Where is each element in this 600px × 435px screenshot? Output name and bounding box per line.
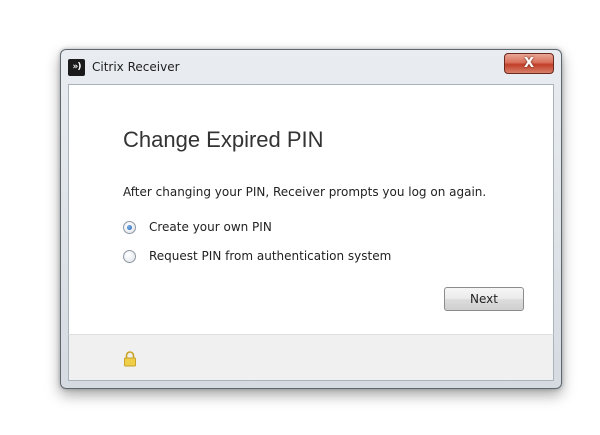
option-create-own-pin[interactable]: Create your own PIN [123,219,272,235]
close-icon: X [523,56,535,71]
screen: ») Citrix Receiver X Change Expired PIN … [0,0,600,435]
close-button[interactable]: X [504,53,554,74]
page-title: Change Expired PIN [123,127,324,152]
option-label[interactable]: Create your own PIN [149,220,272,234]
next-button[interactable]: Next [444,287,524,311]
citrix-receiver-window: ») Citrix Receiver X Change Expired PIN … [60,49,562,389]
lock-icon [124,351,136,367]
radio-request-pin[interactable] [123,249,136,263]
option-request-pin[interactable]: Request PIN from authentication system [123,248,391,264]
title-bar[interactable]: ») Citrix Receiver X [61,50,561,84]
window-title: Citrix Receiver [92,60,180,74]
radio-create-own-pin[interactable] [123,220,136,234]
dialog-footer [68,334,554,381]
description-text: After changing your PIN, Receiver prompt… [123,185,487,199]
citrix-receiver-icon: ») [68,59,85,76]
option-label[interactable]: Request PIN from authentication system [149,249,391,263]
dialog-content: Change Expired PIN After changing your P… [68,84,554,334]
